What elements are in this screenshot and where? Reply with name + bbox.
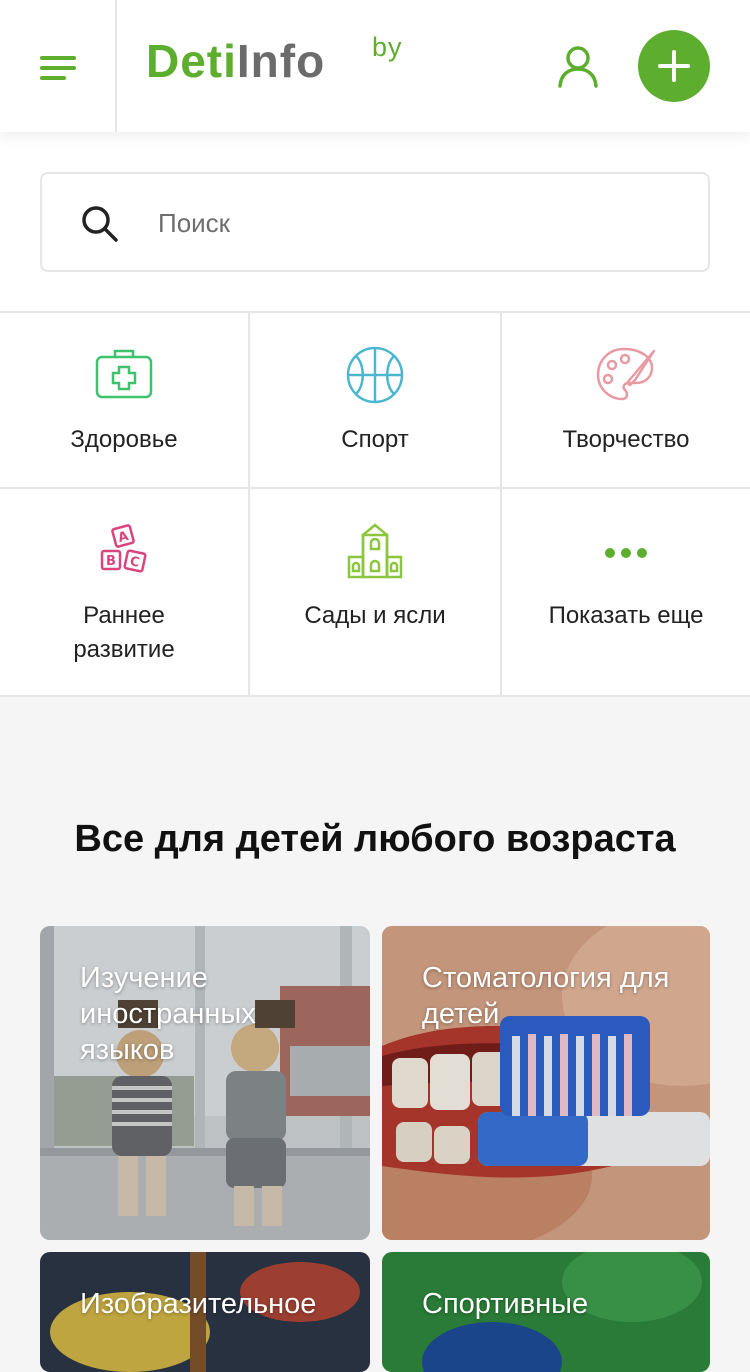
category-health[interactable]: Здоровье bbox=[0, 313, 248, 487]
logo-main: Deti bbox=[146, 35, 237, 87]
logo-accent: Info bbox=[236, 35, 326, 87]
add-listing-button[interactable] bbox=[638, 30, 710, 102]
category-label: Раннее развитие bbox=[73, 602, 175, 663]
basketball-icon bbox=[346, 346, 404, 404]
first-aid-kit-icon bbox=[95, 349, 153, 399]
abc-blocks-icon: A B C bbox=[100, 524, 147, 573]
card-title: Стоматология для детей bbox=[422, 962, 670, 1030]
category-sport[interactable]: Спорт bbox=[250, 313, 500, 487]
card-foreign-languages[interactable]: Изучение иностранных языков bbox=[40, 926, 370, 1240]
category-grid: Здоровье Спорт Творчество A B C Раннее р… bbox=[0, 311, 750, 697]
card-sports-sections[interactable]: Спортивные bbox=[382, 1252, 710, 1372]
palette-icon bbox=[596, 347, 656, 401]
svg-text:B: B bbox=[106, 554, 116, 569]
card-title: Спортивные bbox=[422, 1288, 589, 1320]
site-logo[interactable]: DetiInfo by bbox=[146, 32, 402, 98]
search-section bbox=[0, 132, 750, 312]
category-show-more[interactable]: Показать еще bbox=[502, 489, 750, 695]
card-dentistry[interactable]: Стоматология для детей bbox=[382, 926, 710, 1240]
user-profile-icon[interactable] bbox=[556, 44, 600, 88]
section-title: Все для детей любого возраста bbox=[74, 818, 676, 860]
search-input[interactable] bbox=[158, 198, 678, 248]
app-header: DetiInfo by bbox=[0, 0, 750, 132]
category-early-development[interactable]: A B C Раннее развитие bbox=[0, 489, 248, 695]
header-divider bbox=[115, 0, 117, 132]
card-fine-arts[interactable]: Изобразительное bbox=[40, 1252, 370, 1372]
logo-suffix: by bbox=[372, 32, 403, 62]
search-icon bbox=[82, 206, 118, 242]
svg-text:A: A bbox=[117, 529, 131, 546]
category-creativity[interactable]: Творчество bbox=[502, 313, 750, 487]
menu-icon[interactable] bbox=[40, 56, 76, 80]
category-label: Сады и ясли bbox=[304, 602, 446, 629]
category-label: Здоровье bbox=[70, 426, 178, 453]
category-label: Спорт bbox=[341, 426, 409, 453]
category-kindergartens[interactable]: Сады и ясли bbox=[250, 489, 500, 695]
card-title: Изучение иностранных языков bbox=[80, 962, 256, 1066]
kindergarten-building-icon bbox=[347, 523, 403, 579]
search-box[interactable] bbox=[40, 172, 710, 272]
category-label: Творчество bbox=[562, 426, 690, 453]
svg-text:C: C bbox=[128, 554, 140, 571]
card-title: Изобразительное bbox=[80, 1288, 317, 1320]
more-dots-icon bbox=[605, 548, 647, 558]
category-label: Показать еще bbox=[548, 602, 704, 629]
